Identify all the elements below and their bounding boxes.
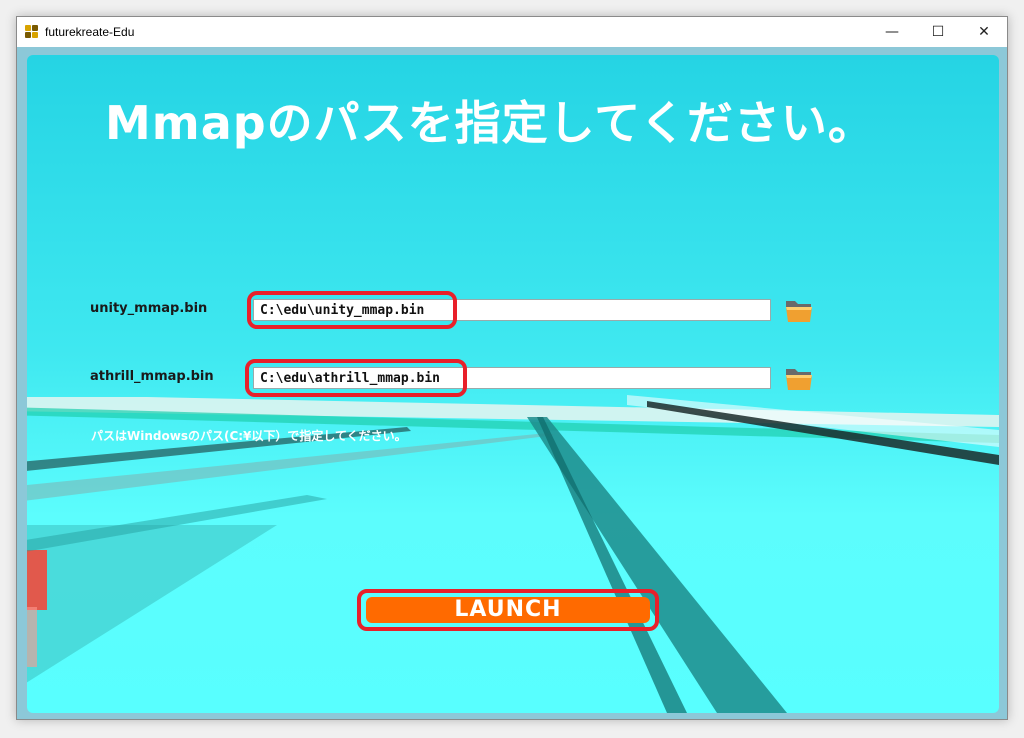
unity-mmap-label: unity_mmap.bin — [90, 301, 208, 316]
launch-button[interactable]: LAUNCH — [366, 597, 650, 623]
title-bar[interactable]: futurekreate-Edu — ☐ ✕ — [17, 17, 1007, 47]
window-title: futurekreate-Edu — [45, 25, 135, 39]
app-content: Mmapのパスを指定してください。 unity_mmap.bin athrill… — [17, 47, 1007, 719]
athrill-mmap-highlight — [245, 359, 467, 397]
launch-highlight: LAUNCH — [357, 589, 659, 631]
app-logo-icon — [25, 25, 39, 39]
app-window: futurekreate-Edu — ☐ ✕ Mmapのパスを指定してください。… — [16, 16, 1008, 720]
launcher-panel: Mmapのパスを指定してください。 unity_mmap.bin athrill… — [27, 55, 999, 713]
unity-mmap-highlight — [247, 291, 457, 329]
minimize-button[interactable]: — — [869, 17, 915, 47]
folder-icon[interactable] — [784, 295, 814, 325]
close-button[interactable]: ✕ — [961, 17, 1007, 47]
path-hint-text: パスはWindowsのパス(C:¥以下）で指定してください。 — [91, 429, 407, 443]
athrill-mmap-label: athrill_mmap.bin — [90, 369, 214, 384]
page-title: Mmapのパスを指定してください。 — [105, 96, 875, 150]
folder-icon[interactable] — [784, 363, 814, 393]
maximize-button[interactable]: ☐ — [915, 17, 961, 47]
